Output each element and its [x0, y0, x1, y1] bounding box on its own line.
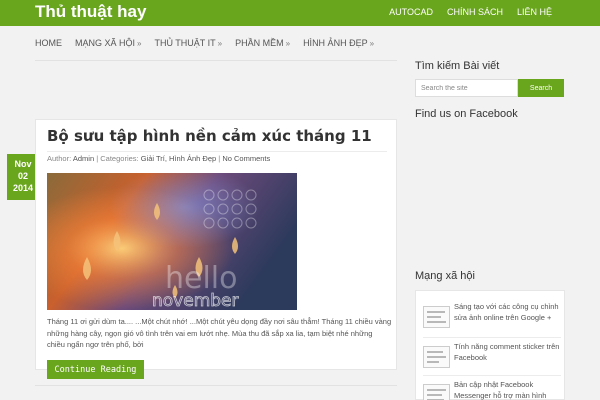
post-thumbnail-small	[423, 306, 450, 328]
top-menu-item-autocad[interactable]: AUTOCAD	[389, 7, 433, 17]
nav-item-images[interactable]: HÌNH ẢNH ĐẸP»	[303, 38, 374, 48]
nav-divider	[35, 60, 397, 61]
chevron-right-icon: »	[369, 38, 375, 48]
list-divider	[423, 375, 561, 376]
facebook-widget-title: Find us on Facebook	[415, 108, 518, 120]
meta-author-link[interactable]: Admin	[73, 154, 94, 163]
meta-comments-link[interactable]: No Comments	[222, 154, 270, 163]
list-item-title[interactable]: Sáng tạo với các công cụ chỉnh sửa ảnh o…	[454, 302, 566, 323]
post-thumbnail-small	[423, 346, 450, 368]
post-thumbnail[interactable]: hello november	[47, 173, 297, 310]
list-item[interactable]: Bản cập nhật Facebook Messenger hỗ trợ m…	[423, 380, 561, 400]
search-input[interactable]	[415, 79, 518, 97]
chevron-right-icon: »	[217, 38, 223, 48]
meta-separator: |	[96, 154, 99, 163]
list-item-title[interactable]: Bản cập nhật Facebook Messenger hỗ trợ m…	[454, 380, 566, 400]
nav-item-label: HÌNH ẢNH ĐẸP	[303, 38, 368, 48]
meta-separator: |	[218, 154, 221, 163]
content-bottom-divider	[35, 385, 397, 386]
post-meta: Author: Admin | Categories: Giải Trí, Hì…	[47, 154, 270, 163]
nav-item-social[interactable]: MẠNG XÃ HỘI»	[75, 38, 141, 48]
search-widget-title: Tìm kiếm Bài viết	[415, 60, 500, 72]
top-menu-item-contact[interactable]: LIÊN HỆ	[517, 7, 552, 17]
nav-item-label: HOME	[35, 38, 62, 48]
post-thumbnail-small	[423, 384, 450, 400]
continue-reading-button[interactable]: Continue Reading	[47, 360, 144, 379]
meta-categories-link[interactable]: Giải Trí, Hình Ảnh Đẹp	[141, 154, 216, 163]
meta-author-prefix: Author:	[47, 154, 72, 163]
nav-item-label: MẠNG XÃ HỘI	[75, 38, 136, 48]
nav-item-home[interactable]: HOME	[35, 38, 62, 48]
main-nav: HOME MẠNG XÃ HỘI» THỦ THUẬT IT» PHẦN MỀM…	[35, 38, 374, 48]
list-divider	[423, 337, 561, 338]
chevron-right-icon: »	[137, 38, 142, 48]
post-card: Bộ sưu tập hình nền cảm xúc tháng 11 Aut…	[35, 119, 397, 379]
top-bar: Thủ thuật hay AUTOCAD CHÍNH SÁCH LIÊN HỆ	[0, 0, 600, 26]
list-item[interactable]: Tính năng comment sticker trên Facebook	[423, 342, 561, 378]
nav-item-label: PHẦN MỀM	[235, 38, 284, 48]
social-posts-list: Sáng tạo với các công cụ chỉnh sửa ảnh o…	[415, 290, 565, 400]
meta-categories-prefix: Categories:	[100, 154, 139, 163]
post-title[interactable]: Bộ sưu tập hình nền cảm xúc tháng 11	[47, 127, 372, 145]
nav-item-it-tips[interactable]: THỦ THUẬT IT»	[154, 38, 222, 48]
post-excerpt: Tháng 11 ơi gửi dùm ta.... ...Một chút n…	[47, 317, 392, 349]
nav-item-software[interactable]: PHẦN MỀM»	[235, 38, 290, 48]
top-menu-item-policy[interactable]: CHÍNH SÁCH	[447, 7, 503, 17]
chevron-right-icon: »	[285, 38, 291, 48]
search-button[interactable]: Search	[518, 79, 564, 97]
list-item-title[interactable]: Tính năng comment sticker trên Facebook	[454, 342, 566, 363]
nav-item-label: THỦ THUẬT IT	[154, 38, 216, 48]
top-menu: AUTOCAD CHÍNH SÁCH LIÊN HỆ	[389, 7, 552, 17]
image-caption-text: november	[152, 291, 239, 310]
november-wallpaper-image: hello november	[47, 173, 297, 310]
social-widget-title: Mạng xã hội	[415, 270, 475, 282]
list-item[interactable]: Sáng tạo với các công cụ chỉnh sửa ảnh o…	[423, 302, 561, 338]
post-title-divider	[47, 151, 387, 152]
site-title[interactable]: Thủ thuật hay	[35, 2, 146, 22]
